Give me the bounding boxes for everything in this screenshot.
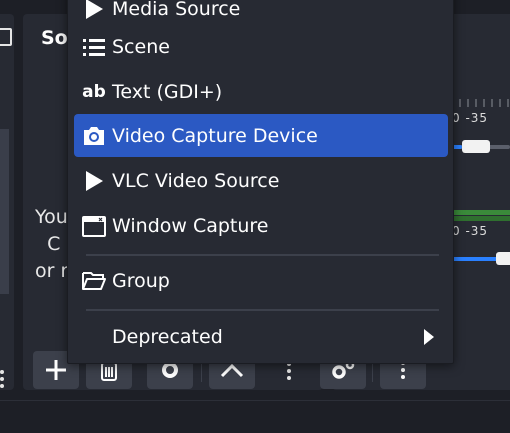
audio-meter-2b [452, 216, 510, 221]
menu-item-label: Media Source [112, 0, 241, 20]
menu-item-deprecated[interactable]: Deprecated [74, 315, 448, 358]
menu-item-vlc-video-source[interactable]: VLC Video Source [74, 159, 448, 202]
status-bar [0, 400, 510, 433]
meter-scale-2: 0 -35 [452, 224, 489, 238]
camera-icon [82, 124, 106, 148]
menu-item-video-capture-device[interactable]: Video Capture Device [74, 114, 448, 157]
list-icon [82, 35, 106, 59]
menu-item-label: VLC Video Source [112, 169, 280, 192]
play-icon [82, 0, 106, 21]
menu-item-label: Window Capture [112, 214, 269, 237]
menu-separator [86, 309, 439, 311]
menu-item-label: Group [112, 269, 170, 292]
volume-fader-2[interactable] [496, 252, 510, 265]
submenu-arrow-icon [424, 329, 434, 345]
audio-meter-2 [452, 210, 510, 215]
menu-item-group[interactable]: Group [74, 259, 448, 302]
menu-separator [86, 254, 439, 256]
meter-scale-1: 0 -35 [452, 111, 489, 125]
window-icon [82, 214, 106, 238]
text-ab-icon: ab [82, 82, 106, 102]
meter-ticks-1 [452, 99, 509, 107]
menu-item-label: Video Capture Device [112, 124, 318, 147]
volume-fader-1[interactable] [462, 140, 490, 153]
menu-item-scene[interactable]: Scene [74, 25, 448, 68]
menu-item-label: Scene [112, 35, 170, 58]
play-icon [82, 169, 106, 193]
chevron-up-icon [220, 363, 244, 378]
scenes-scrollbar[interactable] [0, 129, 9, 294]
undock-icon[interactable] [0, 28, 12, 46]
menu-item-window-capture[interactable]: Window Capture [74, 204, 448, 247]
scenes-dock [0, 14, 14, 390]
add-source-context-menu: Media Source Scene ab Text (GDI+) Video … [67, 0, 454, 364]
menu-item-label: Text (GDI+) [112, 80, 223, 103]
fader-fill-2 [452, 257, 500, 261]
menu-item-label: Deprecated [112, 325, 223, 348]
plus-icon [46, 360, 66, 380]
folder-open-icon [82, 269, 106, 293]
sources-empty-hint: You C or r [35, 206, 69, 282]
scenes-more-icon[interactable] [0, 369, 10, 389]
menu-item-text-gdi[interactable]: ab Text (GDI+) [74, 70, 448, 113]
